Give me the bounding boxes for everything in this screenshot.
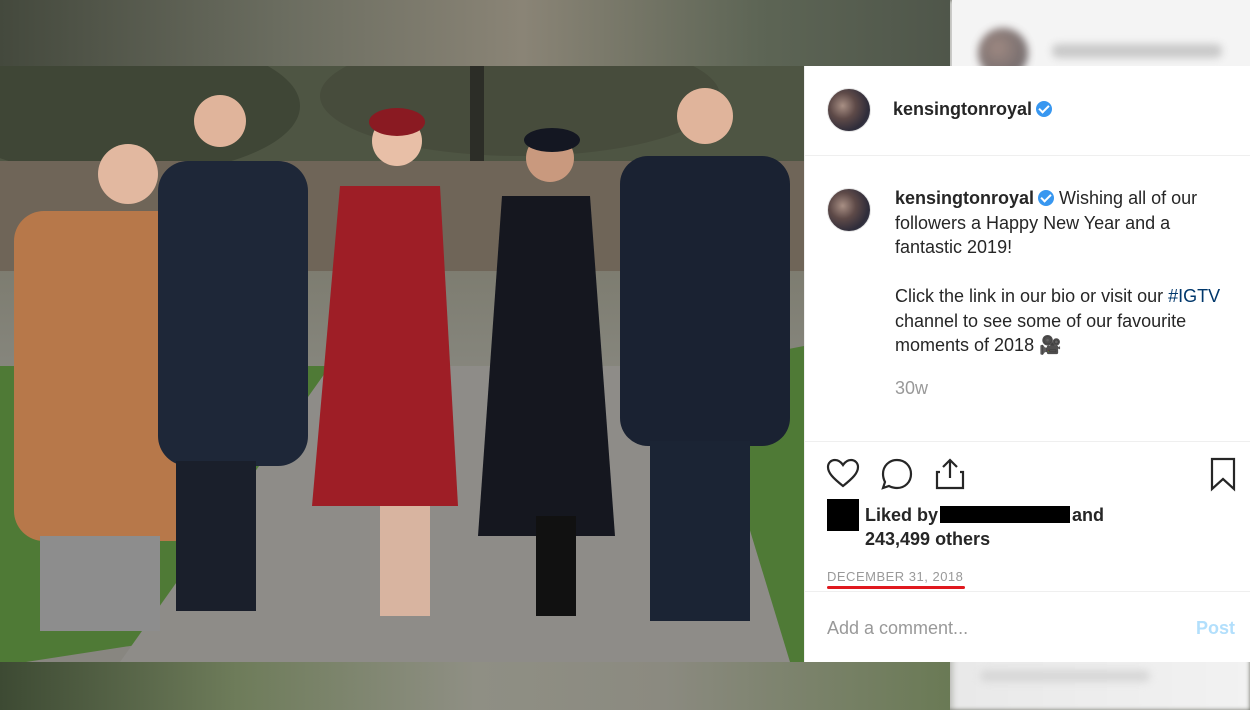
blurred-comment [980, 670, 1150, 682]
liked-by-text[interactable]: Liked by and 243,499 others [865, 503, 1104, 551]
verified-badge-icon [1038, 190, 1055, 206]
caption: kensingtonroyal Wishing all of our follo… [895, 186, 1235, 382]
post-date[interactable]: DECEMBER 31, 2018 [827, 569, 963, 584]
post-age[interactable]: 30w [895, 378, 928, 399]
liked-by-count[interactable]: 243,499 others [865, 529, 990, 549]
post-photo[interactable] [0, 66, 804, 662]
verified-badge-icon [1036, 101, 1053, 117]
avatar[interactable] [827, 88, 871, 132]
post-header: kensingtonroyal [805, 66, 1250, 156]
caption-avatar[interactable] [827, 188, 871, 232]
liked-by-and: and [1072, 505, 1105, 525]
caption-username[interactable]: kensingtonroyal [895, 188, 1034, 208]
liker-avatar-redacted [827, 499, 859, 531]
action-section: Liked by and 243,499 others DECEMBER 31, … [805, 441, 1250, 591]
blurred-backdrop-top [0, 0, 950, 66]
hashtag-link[interactable]: #IGTV [1168, 286, 1220, 306]
post-panel: kensingtonroyal kensingtonroyal Wishing … [804, 66, 1250, 662]
caption-area: kensingtonroyal Wishing all of our follo… [805, 156, 1250, 441]
blurred-username [1052, 44, 1222, 58]
post-photo-illustration [0, 66, 804, 662]
comment-icon[interactable] [879, 456, 915, 492]
heart-icon[interactable] [825, 456, 861, 492]
username-text[interactable]: kensingtonroyal [893, 99, 1032, 119]
date-highlight-underline [827, 586, 965, 589]
caption-text-2-suffix: channel to see some of our favourite mom… [895, 310, 1187, 356]
post-comment-button[interactable]: Post [1196, 618, 1235, 639]
bookmark-icon[interactable] [1205, 456, 1241, 492]
comment-bar: Add a comment... Post [805, 591, 1250, 662]
blurred-backdrop-bottom [0, 662, 950, 710]
comment-input[interactable]: Add a comment... [827, 618, 968, 639]
liked-by-prefix: Liked by [865, 505, 939, 525]
share-icon[interactable] [932, 456, 968, 492]
caption-text-2-prefix: Click the link in our bio or visit our [895, 286, 1169, 306]
username-link[interactable]: kensingtonroyal [893, 99, 1053, 120]
redacted-username [940, 506, 1071, 523]
